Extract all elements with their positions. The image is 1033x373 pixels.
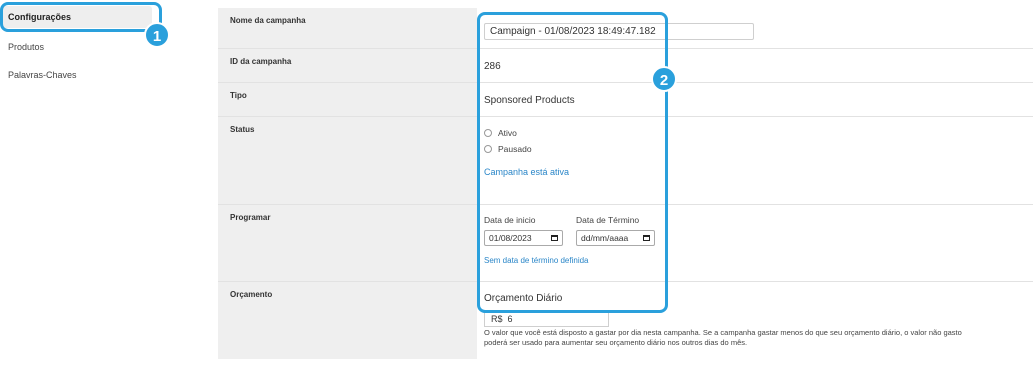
- sidebar-item-produtos[interactable]: Produtos: [8, 42, 44, 52]
- campaign-type-label: Tipo: [218, 83, 477, 116]
- schedule-label: Programar: [218, 205, 477, 281]
- status-label: Status: [218, 117, 477, 204]
- callout-highlight-1: [0, 2, 162, 32]
- budget-help-line-2: poderá ser usado para aumentar seu orçam…: [484, 338, 748, 347]
- budget-help-line-1: O valor que você está disposto a gastar …: [484, 328, 962, 337]
- campaign-name-label: Nome da campanha: [218, 8, 477, 48]
- callout-badge-1: 1: [144, 22, 170, 48]
- budget-help-text: O valor que você está disposto a gastar …: [484, 328, 1024, 348]
- budget-label: Orçamento: [218, 282, 477, 359]
- callout-badge-2: 2: [651, 66, 677, 92]
- sidebar-item-palavras-chaves[interactable]: Palavras-Chaves: [8, 70, 77, 80]
- callout-highlight-2: [477, 12, 668, 313]
- campaign-id-label: ID da campanha: [218, 49, 477, 82]
